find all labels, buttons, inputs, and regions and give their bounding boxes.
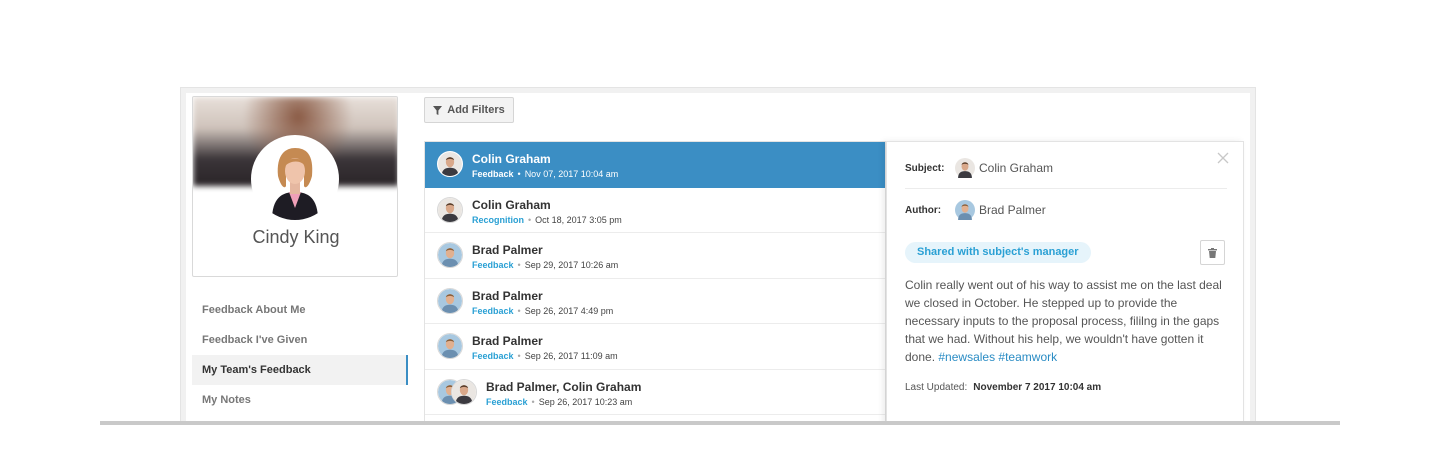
feedback-detail-pane: Subject: Colin Graham Author: Brad Palme… bbox=[886, 141, 1244, 423]
feedback-body: Colin really went out of his way to assi… bbox=[905, 276, 1227, 366]
sidebar-item-feedback-given[interactable]: Feedback I've Given bbox=[192, 325, 408, 355]
delete-button[interactable] bbox=[1200, 240, 1225, 265]
avatar bbox=[955, 158, 975, 178]
sidebar-item-feedback-about-me[interactable]: Feedback About Me bbox=[192, 295, 408, 325]
subject-field: Subject: Colin Graham bbox=[905, 158, 1053, 178]
add-filters-button[interactable]: Add Filters bbox=[424, 97, 514, 123]
hashtag-link[interactable]: #newsales bbox=[938, 350, 995, 364]
list-item-date: Oct 18, 2017 3:05 pm bbox=[535, 214, 622, 225]
divider bbox=[905, 188, 1227, 189]
trash-icon bbox=[1208, 247, 1217, 258]
last-updated: Last Updated: November 7 2017 10:04 am bbox=[905, 382, 1101, 393]
list-item-date: Sep 26, 2017 10:23 am bbox=[538, 396, 633, 407]
list-item[interactable]: Brad Palmer, Colin Graham Feedback • Sep 2… bbox=[425, 370, 885, 415]
list-item-name: Brad Palmer bbox=[472, 334, 543, 348]
meta-separator: • bbox=[531, 396, 535, 407]
avatar bbox=[437, 151, 463, 177]
author-label: Author: bbox=[905, 204, 942, 216]
list-item-meta: Feedback • Sep 26, 2017 10:23 am bbox=[486, 397, 632, 407]
list-item[interactable]: Colin Graham Recognition • Oct 18, 2017 3:… bbox=[425, 188, 885, 233]
last-updated-label: Last Updated: bbox=[905, 382, 968, 393]
last-updated-value: November 7 2017 10:04 am bbox=[973, 382, 1102, 393]
list-item-meta: Feedback • Sep 26, 2017 4:49 pm bbox=[472, 306, 613, 316]
list-item-type: Feedback bbox=[472, 351, 514, 361]
list-item-type: Feedback bbox=[472, 305, 514, 316]
list-item[interactable]: Brad Palmer Feedback • Sep 26, 2017 4:49 p… bbox=[425, 279, 885, 324]
avatar bbox=[437, 333, 463, 359]
list-item[interactable]: Brad Palmer Feedback • Sep 29, 2017 10:26 … bbox=[425, 233, 885, 279]
add-filters-label: Add Filters bbox=[447, 104, 505, 116]
divider bbox=[100, 421, 1340, 425]
list-item-type: Feedback bbox=[472, 169, 514, 179]
list-item-meta: Feedback • Sep 26, 2017 11:09 am bbox=[472, 351, 618, 361]
close-icon[interactable] bbox=[1217, 152, 1229, 164]
sidebar-nav: Feedback About Me Feedback I've Given My… bbox=[192, 295, 408, 415]
feedback-list: Colin Graham Feedback • Nov 07, 2017 10:04… bbox=[424, 141, 886, 423]
hashtag-link[interactable]: #teamwork bbox=[998, 350, 1057, 364]
author-field: Author: Brad Palmer bbox=[905, 200, 1046, 220]
list-item-name: Brad Palmer, Colin Graham bbox=[486, 379, 642, 394]
list-item-name: Brad Palmer bbox=[472, 243, 543, 257]
profile-name: Cindy King bbox=[252, 227, 340, 247]
author-name[interactable]: Brad Palmer bbox=[979, 203, 1046, 217]
sidebar-item-my-notes[interactable]: My Notes bbox=[192, 385, 408, 415]
list-item-meta: Feedback • Sep 29, 2017 10:26 am bbox=[472, 260, 618, 270]
list-item-date: Nov 07, 2017 10:04 am bbox=[524, 169, 619, 179]
meta-separator: • bbox=[517, 305, 521, 316]
list-item-date: Sep 26, 2017 4:49 pm bbox=[524, 305, 614, 316]
avatar bbox=[437, 196, 463, 223]
list-item-type: Feedback bbox=[472, 260, 514, 270]
list-item-meta: Recognition • Oct 18, 2017 3:05 pm bbox=[472, 215, 622, 225]
shared-status-badge: Shared with subject's manager bbox=[905, 242, 1091, 263]
list-item-date: Sep 26, 2017 11:09 am bbox=[524, 351, 618, 361]
profile-avatar bbox=[251, 135, 339, 223]
avatar bbox=[955, 200, 975, 220]
list-item-meta: Feedback • Nov 07, 2017 10:04 am bbox=[472, 169, 618, 179]
list-item-name: Colin Graham bbox=[472, 152, 551, 166]
avatar bbox=[451, 378, 477, 405]
meta-separator: • bbox=[528, 214, 532, 225]
subject-label: Subject: bbox=[905, 162, 945, 174]
list-item-name: Colin Graham bbox=[472, 197, 551, 212]
list-item-name: Brad Palmer bbox=[472, 288, 543, 303]
list-item[interactable]: Brad Palmer Feedback • Sep 26, 2017 11:09 … bbox=[425, 324, 885, 370]
subject-name[interactable]: Colin Graham bbox=[979, 161, 1053, 175]
avatar bbox=[437, 287, 463, 314]
profile-card: Cindy King bbox=[192, 96, 398, 277]
list-item[interactable]: Colin Graham Feedback • Nov 07, 2017 10:04… bbox=[425, 142, 885, 188]
meta-separator: • bbox=[517, 169, 521, 179]
app-window: Cindy King Feedback About Me Feedback I'… bbox=[186, 93, 1250, 423]
list-item-type: Recognition bbox=[472, 214, 524, 225]
meta-separator: • bbox=[517, 260, 521, 270]
meta-separator: • bbox=[517, 351, 521, 361]
list-item-type: Feedback bbox=[486, 396, 528, 407]
filter-icon bbox=[433, 105, 443, 115]
list-item-date: Sep 29, 2017 10:26 am bbox=[524, 260, 619, 270]
sidebar-item-team-feedback[interactable]: My Team's Feedback bbox=[192, 355, 408, 385]
avatar bbox=[437, 242, 463, 268]
